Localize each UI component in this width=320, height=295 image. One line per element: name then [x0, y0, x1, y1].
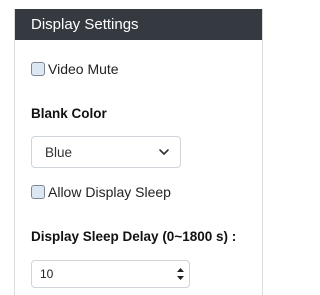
spinner-arrows-icon[interactable] [176, 265, 185, 283]
display-sleep-delay-value: 10 [40, 267, 54, 281]
blank-color-select[interactable]: Blue [31, 136, 181, 168]
display-sleep-delay-input[interactable]: 10 [31, 260, 190, 288]
blank-color-value: Blue [45, 144, 73, 160]
panel-title: Display Settings [15, 9, 262, 40]
video-mute-checkbox[interactable] [31, 62, 45, 76]
blank-color-label: Blank Color [31, 106, 107, 121]
allow-display-sleep-option[interactable]: Allow Display Sleep [31, 184, 171, 200]
video-mute-option[interactable]: Video Mute [31, 61, 119, 77]
allow-display-sleep-checkbox[interactable] [31, 185, 45, 199]
display-settings-panel: Display Settings Video Mute Blank Color … [14, 9, 263, 295]
video-mute-label: Video Mute [48, 61, 119, 77]
allow-display-sleep-label: Allow Display Sleep [48, 184, 171, 200]
chevron-down-icon [159, 149, 169, 155]
display-sleep-delay-label: Display Sleep Delay (0~1800 s) : [31, 229, 237, 244]
